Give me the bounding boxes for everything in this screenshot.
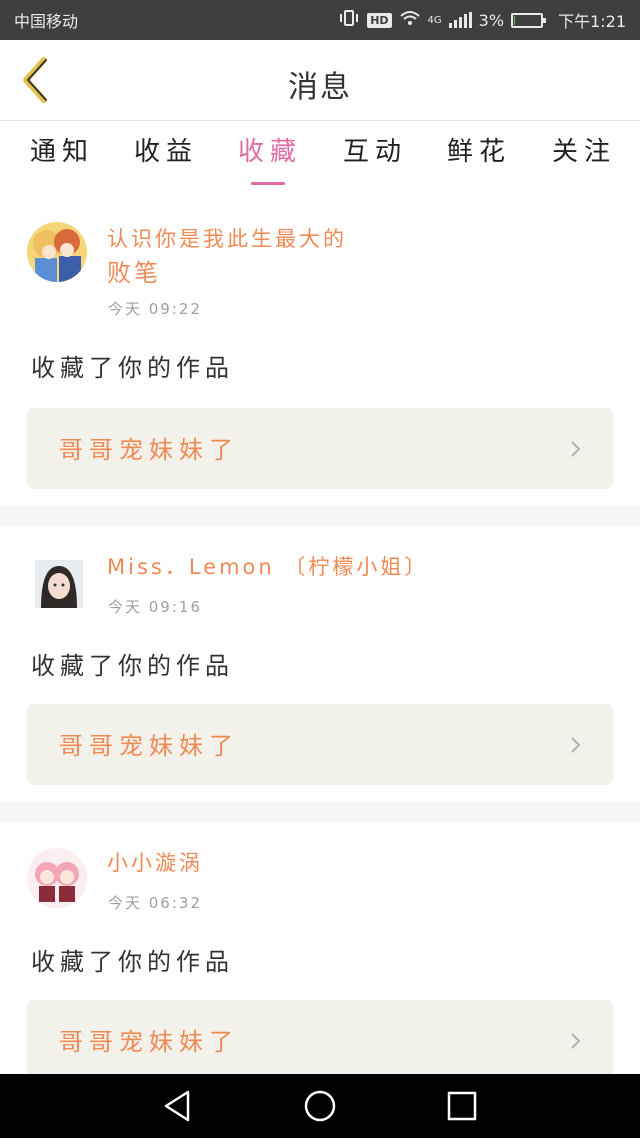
section-divider (0, 802, 640, 822)
action-text: 收藏了你的作品 (31, 354, 234, 382)
vibrate-icon (338, 9, 360, 31)
user-name[interactable]: 小小漩涡 (107, 846, 203, 880)
battery-fill (514, 15, 515, 25)
wifi-icon (399, 9, 421, 31)
notification-card: 认识你是我此生最大的 败笔 今天 09:22 收藏了你的作品 哥哥宠妹妹了 (0, 188, 640, 506)
circle-home-icon (304, 1090, 336, 1122)
hd-badge: HD (367, 12, 392, 28)
user-name[interactable]: 认识你是我此生最大的 (107, 222, 347, 256)
chibi-avatar-image (27, 848, 87, 908)
tab-interactions[interactable]: 互动 (343, 131, 407, 168)
work-title: 哥哥宠妹妹了 (59, 1028, 239, 1056)
nav-recents-button[interactable] (444, 1088, 480, 1124)
avatar[interactable] (27, 848, 87, 908)
tab-earnings[interactable]: 收益 (134, 131, 198, 168)
network-label: 4G (427, 14, 442, 26)
nav-home-button[interactable] (302, 1088, 338, 1124)
tab-flowers[interactable]: 鲜花 (447, 131, 511, 168)
timestamp: 今天 09:22 (108, 300, 202, 318)
chevron-right-icon (571, 737, 581, 753)
timestamp: 今天 09:16 (108, 598, 202, 616)
active-tab-indicator (251, 182, 285, 185)
avatar[interactable] (27, 222, 87, 282)
tab-notices[interactable]: 通知 (30, 131, 94, 168)
user-name-line2[interactable]: 败笔 (107, 256, 161, 290)
chevron-right-icon (571, 1033, 581, 1049)
battery-percent: 3% (478, 10, 505, 30)
tab-follows[interactable]: 关注 (552, 131, 616, 168)
system-nav-bar (0, 1074, 640, 1138)
tab-favorites[interactable]: 收藏 (238, 131, 302, 168)
action-text: 收藏了你的作品 (31, 948, 234, 976)
notification-card: 小小漩涡 今天 06:32 收藏了你的作品 哥哥宠妹妹了 (0, 822, 640, 1081)
status-icons: HD 4G 3% 下午1:21 (338, 8, 626, 32)
anime-avatar-image (27, 222, 87, 282)
avatar[interactable] (35, 560, 83, 608)
signal-icon (448, 12, 472, 28)
work-title: 哥哥宠妹妹了 (59, 732, 239, 760)
status-bar: 中国移动 HD 4G 3% 下午1:21 (0, 0, 640, 40)
clock: 下午1:21 (558, 12, 626, 31)
square-recents-icon (447, 1091, 477, 1121)
action-text: 收藏了你的作品 (31, 652, 234, 680)
section-divider (0, 506, 640, 526)
carrier-label: 中国移动 (14, 12, 79, 31)
portrait-avatar-image (35, 560, 83, 608)
timestamp: 今天 06:32 (108, 894, 202, 912)
work-title: 哥哥宠妹妹了 (59, 436, 239, 464)
triangle-back-icon (164, 1090, 190, 1122)
work-link[interactable]: 哥哥宠妹妹了 (27, 408, 613, 489)
work-link[interactable]: 哥哥宠妹妹了 (27, 704, 613, 785)
chevron-right-icon (571, 441, 581, 457)
app-header: 消息 (0, 40, 640, 121)
notification-card: Miss．Lemon 〔柠檬小姐〕 今天 09:16 收藏了你的作品 哥哥宠妹妹… (0, 526, 640, 802)
nav-back-button[interactable] (160, 1088, 196, 1124)
page-title: 消息 (288, 70, 352, 105)
work-link[interactable]: 哥哥宠妹妹了 (27, 1000, 613, 1081)
battery-icon (511, 12, 547, 28)
tab-bar: 通知 收益 收藏 互动 鲜花 关注 (0, 121, 640, 187)
user-name[interactable]: Miss．Lemon 〔柠檬小姐〕 (107, 550, 428, 584)
